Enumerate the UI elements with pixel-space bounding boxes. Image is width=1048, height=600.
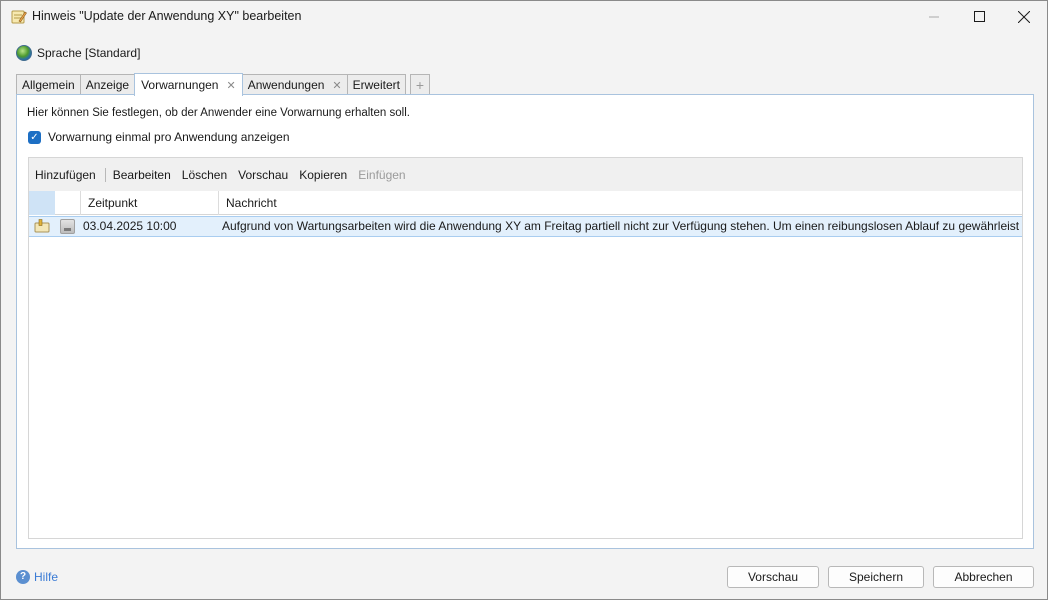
add-tab-button[interactable]: + [409,74,430,95]
tab-label: Vorwarnungen [141,78,219,92]
maximize-icon [973,11,985,22]
help-icon: ? [16,570,30,584]
vorwarnungen-panel: Hier können Sie festlegen, ob der Anwend… [16,94,1034,549]
tab-close-icon[interactable]: ✕ [226,79,235,92]
tab-label: Anzeige [85,78,130,92]
help-label: Hilfe [34,570,59,584]
tab-label: Allgemein [22,78,75,92]
close-button[interactable] [1001,1,1047,32]
icons-column-header [55,191,80,215]
window-title: Hinweis "Update der Anwendung XY" bearbe… [32,9,302,23]
warnings-grid: Hinzufügen Bearbeiten Löschen Vorschau K… [28,157,1023,539]
help-link[interactable]: ? Hilfe [16,570,58,584]
note-edit-icon [11,10,27,24]
close-icon [1018,10,1030,23]
dialog-window: Hinweis "Update der Anwendung XY" bearbe… [0,0,1048,600]
globe-icon [16,45,32,61]
tab-bar: Allgemein Anzeige Vorwarnungen ✕ Anwendun… [16,73,430,96]
minimize-button[interactable] [911,1,957,32]
tab-vorwarnungen[interactable]: Vorwarnungen ✕ [134,73,243,96]
table-row[interactable]: 03.04.2025 10:00 Aufgrund von Wartungsar… [29,216,1022,237]
language-label: Sprache [Standard] [37,46,141,60]
row-selector-header[interactable] [29,191,55,215]
grid-toolbar: Hinzufügen Bearbeiten Löschen Vorschau K… [29,158,1022,191]
tab-allgemein[interactable]: Allgemein [16,74,81,95]
plus-icon: + [415,77,425,93]
add-button[interactable]: Hinzufügen [35,168,96,182]
delete-button[interactable]: Löschen [182,168,227,182]
tab-label: Erweitert [352,78,400,92]
cell-time: 03.04.2025 10:00 [83,219,177,233]
language-selector[interactable]: Sprache [Standard] [16,44,140,62]
save-button[interactable]: Speichern [828,566,924,588]
title-bar: Hinweis "Update der Anwendung XY" bearbe… [1,1,1047,32]
maximize-button[interactable] [956,1,1002,32]
column-header-time[interactable]: Zeitpunkt [80,191,218,215]
tab-anzeige[interactable]: Anzeige [79,74,136,95]
copy-button[interactable]: Kopieren [299,168,347,182]
notification-icon [34,219,50,233]
paste-button: Einfügen [358,167,406,182]
display-icon [60,219,75,234]
warn-once-label: Vorwarnung einmal pro Anwendung anzeigen [48,130,290,144]
warn-once-checkbox-row[interactable]: ✓ Vorwarnung einmal pro Anwendung anzeig… [28,130,290,144]
preview-toolbar-button[interactable]: Vorschau [238,168,288,182]
grid-header: Zeitpunkt Nachricht [29,191,1022,215]
cancel-button[interactable]: Abbrechen [933,566,1034,588]
column-header-message[interactable]: Nachricht [218,191,1022,215]
preview-button[interactable]: Vorschau [727,566,819,588]
toolbar-separator [104,167,106,182]
edit-button[interactable]: Bearbeiten [113,168,171,182]
checkbox-checked-icon[interactable]: ✓ [28,130,41,144]
tab-label: Anwendungen [247,78,325,92]
cell-message: Aufgrund von Wartungsarbeiten wird die A… [222,219,1019,233]
minimize-icon [929,16,939,17]
tab-erweitert[interactable]: Erweitert [346,74,406,95]
tab-close-icon[interactable]: ✕ [332,79,341,92]
panel-hint: Hier können Sie festlegen, ob der Anwend… [27,107,410,119]
tab-anwendungen[interactable]: Anwendungen ✕ [241,74,348,95]
